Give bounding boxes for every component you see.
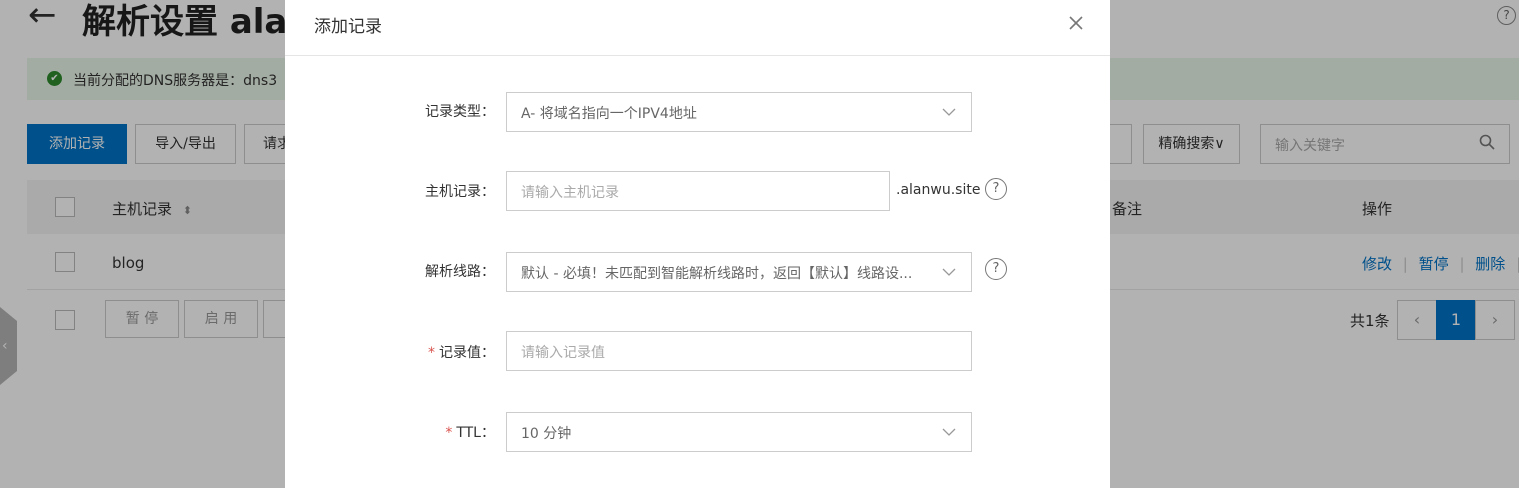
ttl-select[interactable]: 10 分钟: [506, 412, 972, 452]
record-type-value: A- 将域名指向一个IPV4地址: [521, 106, 697, 122]
host-record-label: 主机记录：: [425, 184, 495, 200]
ttl-label-text: TTL：: [456, 425, 495, 441]
record-value-label: * 记录值：: [285, 342, 495, 362]
resolution-line-label: 解析线路：: [425, 264, 495, 280]
required-marker: *: [445, 425, 453, 441]
add-record-dialog: 添加记录 记录类型： A- 将域名指向一个IPV4地址 主机记录： 请输入主机记…: [285, 0, 1110, 488]
dialog-title: 添加记录: [314, 17, 382, 37]
record-value-input[interactable]: 请输入记录值: [506, 331, 972, 371]
dns-settings-page: ← 解析设置 alan ? ✔ 当前分配的DNS服务器是：dns3 添加记录 导…: [0, 0, 1519, 488]
record-type-label: 记录类型：: [425, 104, 495, 120]
host-record-input[interactable]: 请输入主机记录: [506, 171, 890, 211]
record-value-placeholder: 请输入记录值: [521, 345, 605, 361]
domain-suffix: .alanwu.site: [896, 182, 981, 198]
record-value-label-text: 记录值：: [439, 345, 495, 361]
help-icon[interactable]: ?: [985, 258, 1007, 280]
chevron-down-icon: [942, 108, 956, 116]
required-marker: *: [428, 345, 435, 361]
ttl-label: * TTL：: [285, 422, 495, 442]
dialog-header: 添加记录: [285, 0, 1110, 56]
chevron-down-icon: [942, 268, 956, 276]
ttl-value: 10 分钟: [521, 426, 572, 442]
host-record-placeholder: 请输入主机记录: [521, 185, 619, 201]
help-icon[interactable]: ?: [985, 178, 1007, 200]
resolution-line-value: 默认 - 必填！未匹配到智能解析线路时，返回【默认】线路设...: [521, 266, 913, 282]
resolution-line-select[interactable]: 默认 - 必填！未匹配到智能解析线路时，返回【默认】线路设...: [506, 252, 972, 292]
record-type-select[interactable]: A- 将域名指向一个IPV4地址: [506, 92, 972, 132]
close-icon[interactable]: [1065, 12, 1087, 34]
chevron-down-icon: [942, 428, 956, 436]
